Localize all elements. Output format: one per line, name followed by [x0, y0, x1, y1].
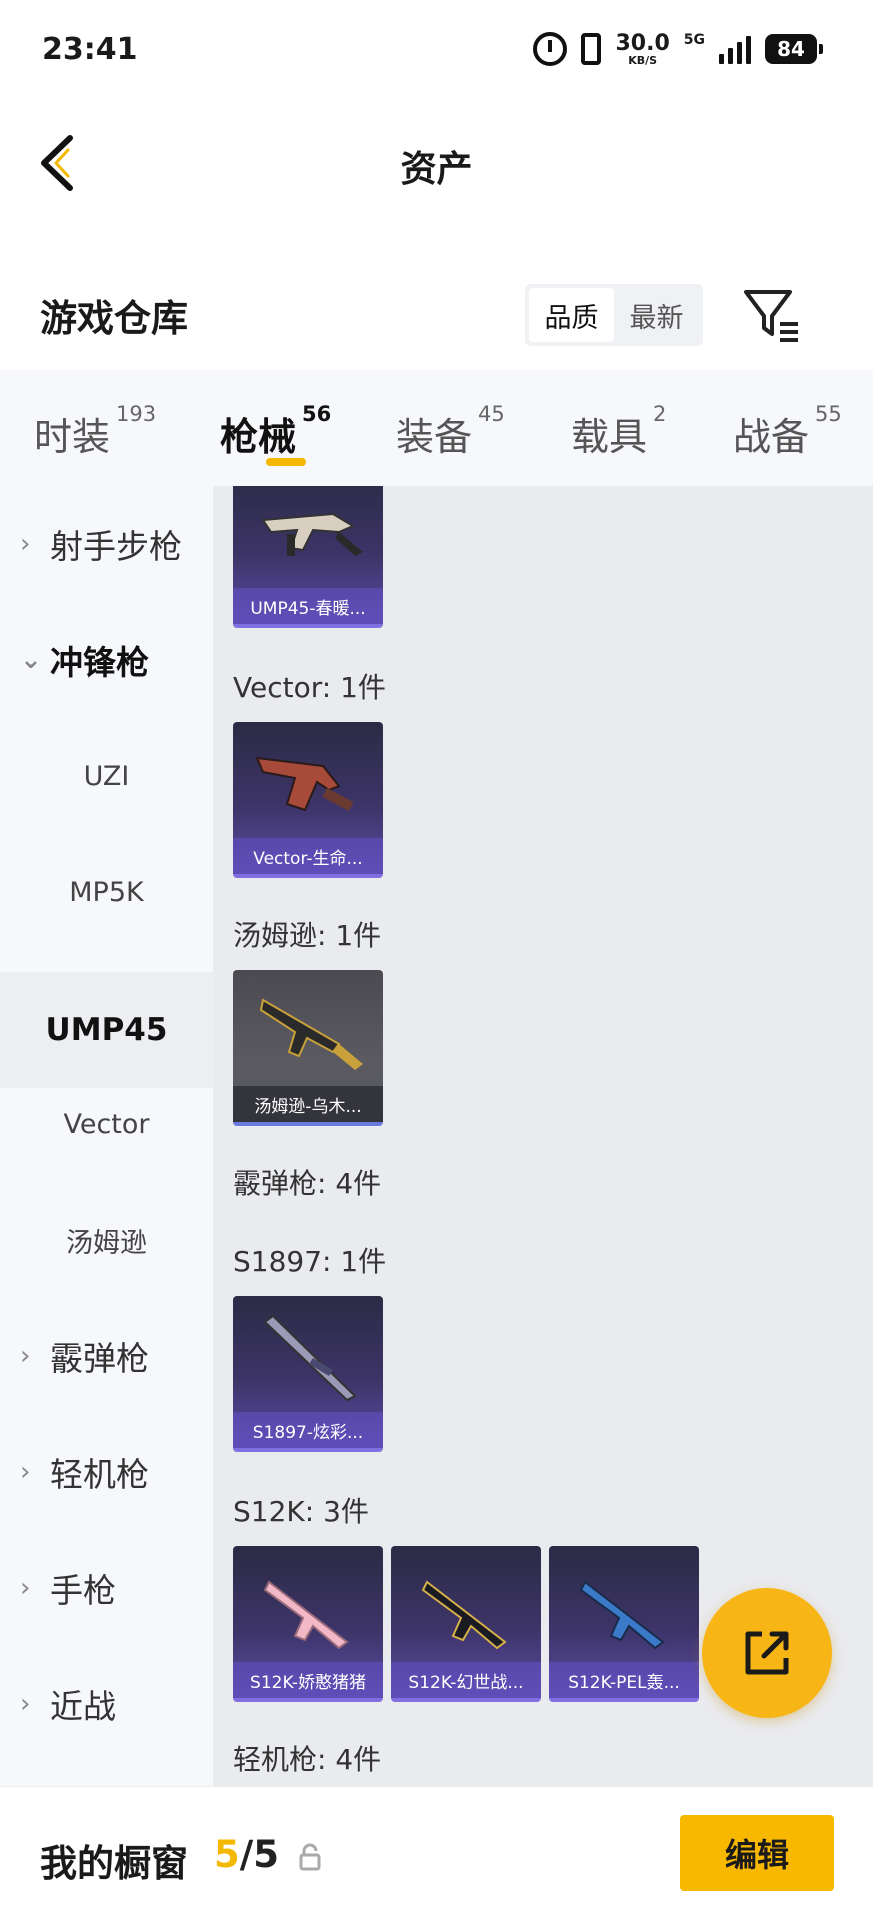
- shotgun-skin-image: [421, 1580, 507, 1650]
- weapon-category-sidebar: › 射手步枪 ⌄ 冲锋枪 UZI MP5K UMP45 Vector 汤姆逊 ›…: [0, 486, 213, 1786]
- vibrate-icon: [581, 33, 602, 65]
- skin-card[interactable]: S12K-娇憨猪猪: [233, 1546, 383, 1702]
- skin-card[interactable]: S1897-炫彩...: [233, 1296, 383, 1452]
- shotgun-skin-image: [263, 1580, 349, 1650]
- group-label-thompson: 汤姆逊: 1件: [233, 919, 382, 952]
- net-speed: 30.0 KB/S: [615, 30, 670, 67]
- chevron-right-icon: ›: [20, 1689, 31, 1719]
- shotgun-skin-image: [263, 1314, 357, 1402]
- chevron-right-icon: ›: [20, 1457, 31, 1487]
- smg-skin-image: [261, 512, 363, 556]
- chevron-right-icon: ›: [20, 1341, 31, 1371]
- tab-vehicles[interactable]: 载具 2: [571, 370, 666, 486]
- alarm-icon: [533, 32, 568, 66]
- skin-card[interactable]: S12K-PEL轰...: [549, 1546, 699, 1702]
- showcase-count: 5/5: [214, 1833, 280, 1876]
- skin-card[interactable]: 汤姆逊-乌木...: [233, 970, 383, 1126]
- skin-card[interactable]: S12K-幻世战...: [391, 1546, 541, 1702]
- sidebar-item-thompson[interactable]: 汤姆逊: [0, 1182, 213, 1298]
- tab-firearms[interactable]: 枪械 56: [220, 370, 331, 486]
- sidebar-item-uzi[interactable]: UZI: [0, 718, 213, 834]
- group-label-s1897: S1897: 1件: [233, 1245, 387, 1278]
- sort-latest-option[interactable]: 最新: [614, 288, 699, 342]
- sidebar-item-lmg[interactable]: › 轻机枪: [0, 1414, 213, 1530]
- showcase-label: 我的橱窗: [40, 1842, 188, 1885]
- signal-icon: [719, 34, 751, 64]
- edit-button[interactable]: 编辑: [680, 1815, 834, 1891]
- group-label-lmg: 轻机枪: 4件: [233, 1743, 382, 1776]
- sidebar-item-pistol[interactable]: › 手枪: [0, 1530, 213, 1646]
- sidebar-item-marksman-rifle[interactable]: › 射手步枪: [0, 486, 213, 602]
- tab-supplies[interactable]: 战备 55: [733, 370, 842, 486]
- warehouse-header: 游戏仓库 品质 最新: [0, 260, 873, 370]
- sidebar-item-smg[interactable]: ⌄ 冲锋枪: [0, 602, 213, 718]
- skin-card[interactable]: Vector-生命...: [233, 722, 383, 878]
- filter-button[interactable]: [740, 282, 804, 346]
- sidebar-item-vector[interactable]: Vector: [0, 1066, 213, 1182]
- active-tab-indicator: [266, 458, 306, 466]
- share-button[interactable]: [702, 1588, 832, 1718]
- tab-fashion[interactable]: 时装 193: [34, 370, 156, 486]
- network-type: 5G: [683, 32, 705, 48]
- skin-card[interactable]: UMP45-春暖...: [233, 486, 383, 628]
- sidebar-item-mp5k[interactable]: MP5K: [0, 834, 213, 950]
- smg-skin-image: [259, 998, 363, 1070]
- filter-icon: [744, 290, 798, 342]
- warehouse-title: 游戏仓库: [40, 297, 188, 340]
- group-label-vector: Vector: 1件: [233, 671, 386, 704]
- share-icon: [745, 1631, 789, 1675]
- sidebar-item-shotgun[interactable]: › 霰弹枪: [0, 1298, 213, 1414]
- sort-quality-option[interactable]: 品质: [529, 288, 614, 342]
- page-title: 资产: [400, 149, 473, 190]
- chevron-right-icon: ›: [20, 1573, 31, 1603]
- chevron-right-icon: ›: [20, 529, 31, 559]
- battery-icon: 84: [765, 34, 823, 64]
- chevron-down-icon: ⌄: [20, 645, 42, 675]
- smg-skin-image: [255, 756, 354, 812]
- group-label-s12k: S12K: 3件: [233, 1495, 369, 1528]
- status-bar: 23:41 30.0 KB/S 5G 84: [0, 0, 873, 100]
- shotgun-skin-image: [579, 1580, 665, 1650]
- status-icons: 30.0 KB/S 5G 84: [533, 30, 823, 67]
- sidebar-item-melee[interactable]: › 近战: [0, 1646, 213, 1762]
- showcase-bar: 我的橱窗 5/5 编辑: [0, 1786, 873, 1920]
- app-header: 资产: [0, 100, 873, 230]
- lock-icon: [299, 1843, 321, 1871]
- group-label-shotgun: 霰弹枪: 4件: [233, 1167, 382, 1200]
- tab-equipment[interactable]: 装备 45: [396, 370, 505, 486]
- category-tabs: 时装 193 枪械 56 装备 45 载具 2 战备 55: [0, 370, 873, 486]
- status-time: 23:41: [42, 32, 138, 67]
- sort-toggle: 品质 最新: [525, 284, 703, 346]
